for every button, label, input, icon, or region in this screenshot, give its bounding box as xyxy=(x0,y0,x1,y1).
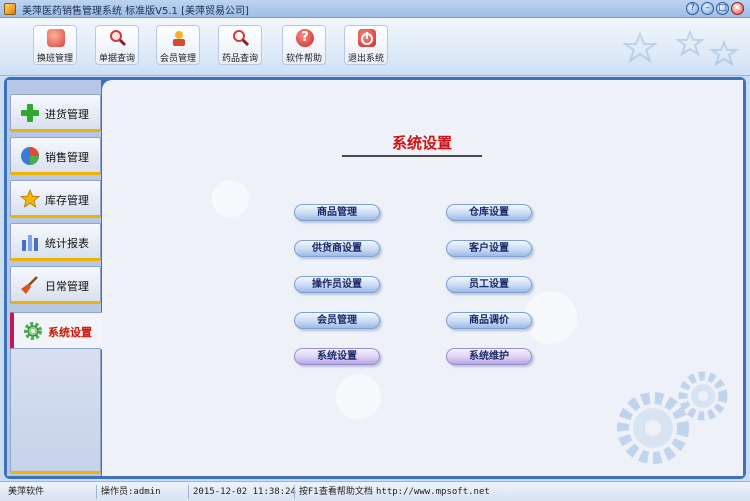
gears-decoration-icon xyxy=(617,371,728,464)
window-title: 美萍医药销售管理系统 标准版V5.1 [美萍贸易公司] xyxy=(22,6,249,17)
sidebar-item-label: 日常管理 xyxy=(45,280,89,293)
supplier-settings-button[interactable]: 供货商设置 xyxy=(294,240,380,257)
system-maintenance-button[interactable]: 系统维护 xyxy=(446,348,532,365)
decorative-stars-icon xyxy=(621,30,740,67)
status-bar: 美萍软件 操作员:admin 2015-12-02 11:38:24 按F1查看… xyxy=(0,481,750,501)
toolbar-shift-label: 换班管理 xyxy=(36,54,73,64)
toolbar-exit-button[interactable]: 退出系统 xyxy=(344,25,388,65)
toolbar-drug-query-button[interactable]: 药品查询 xyxy=(218,25,262,65)
sidebar: 进货管理 销售管理 库存管理 统计报表 日常管理 系统设置 xyxy=(7,80,108,476)
broom-icon xyxy=(21,276,38,294)
sidebar-item-daily[interactable]: 日常管理 xyxy=(10,266,101,304)
sidebar-item-purchase[interactable]: 进货管理 xyxy=(10,94,101,132)
system-settings-button[interactable]: 系统设置 xyxy=(294,348,380,365)
pill-search-icon xyxy=(232,29,250,47)
exit-icon xyxy=(358,29,376,47)
sidebar-item-label: 统计报表 xyxy=(45,237,89,250)
sidebar-item-sales[interactable]: 销售管理 xyxy=(10,137,101,175)
toolbar-help-label: 软件帮助 xyxy=(285,54,322,64)
sidebar-item-label: 进货管理 xyxy=(45,108,89,121)
star-icon xyxy=(20,189,40,208)
status-help-hint: 按F1查看帮助文档 xyxy=(294,485,373,499)
minimize-button[interactable]: – xyxy=(701,2,714,15)
app-icon xyxy=(4,3,16,15)
sidebar-empty-panel xyxy=(10,348,101,474)
shift-change-icon xyxy=(47,29,65,47)
member-card-icon xyxy=(170,29,188,47)
maximize-button[interactable]: □ xyxy=(716,2,729,15)
goods-management-button[interactable]: 商品管理 xyxy=(294,204,380,221)
title-underline xyxy=(342,155,482,157)
plus-icon xyxy=(21,104,39,122)
customer-settings-button[interactable]: 客户设置 xyxy=(446,240,532,257)
close-button[interactable]: × xyxy=(731,2,744,15)
employee-settings-button[interactable]: 员工设置 xyxy=(446,276,532,293)
warehouse-settings-button[interactable]: 仓库设置 xyxy=(446,204,532,221)
sidebar-item-settings[interactable]: 系统设置 xyxy=(10,312,108,350)
pie-chart-icon xyxy=(21,147,39,165)
price-adjust-button[interactable]: 商品调价 xyxy=(446,312,532,329)
help-icon: ? xyxy=(296,29,314,47)
toolbar: 换班管理 单据查询 会员管理 药品查询 ? 软件帮助 退出系统 xyxy=(0,18,750,76)
sidebar-item-label: 销售管理 xyxy=(45,151,89,164)
bar-chart-icon xyxy=(22,235,38,251)
magnifier-icon xyxy=(109,29,127,47)
toolbar-doc-query-label: 单据查询 xyxy=(98,54,135,64)
sidebar-item-reports[interactable]: 统计报表 xyxy=(10,223,101,261)
help-window-button[interactable]: ? xyxy=(686,2,699,15)
status-url-link[interactable]: http://www.mpsoft.net xyxy=(372,485,490,499)
toolbar-help-button[interactable]: ? 软件帮助 xyxy=(282,25,326,65)
toolbar-exit-label: 退出系统 xyxy=(347,54,384,64)
content-panel: 系统设置 商品管理 供货商设置 操作员设置 会员管理 系统设置 仓库设置 客户设… xyxy=(102,80,743,476)
member-management-button[interactable]: 会员管理 xyxy=(294,312,380,329)
sidebar-item-inventory[interactable]: 库存管理 xyxy=(10,180,101,218)
status-company: 美萍软件 xyxy=(8,487,45,497)
title-bar: 美萍医药销售管理系统 标准版V5.1 [美萍贸易公司] ? – □ × xyxy=(0,0,750,18)
gear-icon xyxy=(24,322,42,340)
page-title: 系统设置 xyxy=(391,134,452,152)
toolbar-member-label: 会员管理 xyxy=(159,54,196,64)
sidebar-item-label: 库存管理 xyxy=(45,194,89,207)
toolbar-drug-query-label: 药品查询 xyxy=(221,54,258,64)
operator-settings-button[interactable]: 操作员设置 xyxy=(294,276,380,293)
status-datetime: 2015-12-02 11:38:24 xyxy=(188,485,296,499)
sidebar-item-label: 系统设置 xyxy=(48,326,92,339)
toolbar-member-button[interactable]: 会员管理 xyxy=(156,25,200,65)
toolbar-shift-button[interactable]: 换班管理 xyxy=(33,25,77,65)
toolbar-doc-query-button[interactable]: 单据查询 xyxy=(95,25,139,65)
status-operator: 操作员:admin xyxy=(96,485,161,499)
